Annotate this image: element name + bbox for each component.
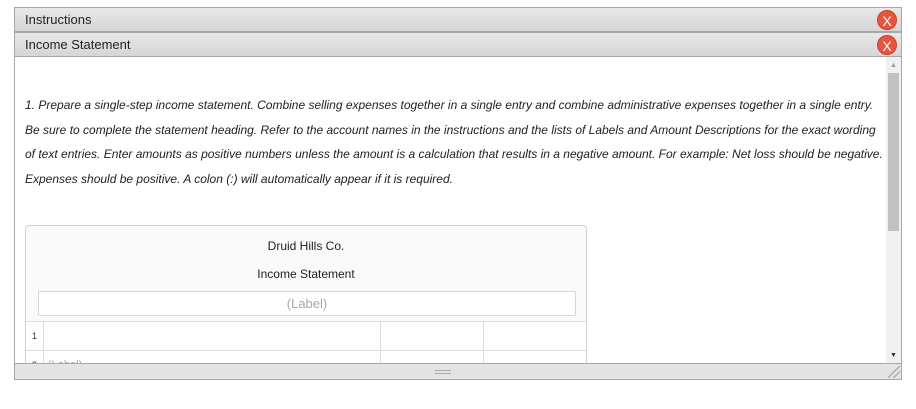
statement-row: 1: [26, 321, 586, 350]
instructions-panel-header[interactable]: Instructions X: [14, 7, 902, 32]
row-amount-cell-2[interactable]: [484, 351, 586, 363]
close-income-statement-button[interactable]: X: [877, 35, 897, 55]
scrollbar-thumb[interactable]: [888, 73, 899, 231]
close-instructions-button[interactable]: X: [877, 10, 897, 30]
company-name: Druid Hills Co.: [267, 239, 345, 253]
panel-footer: [14, 363, 902, 380]
instructions-panel-title: Instructions: [25, 12, 92, 27]
row-amount-cell-1[interactable]: [381, 322, 484, 350]
statement-row: 2 (Label): [26, 350, 586, 363]
income-statement-content: 1. Prepare a single-step income statemen…: [14, 57, 902, 363]
row-amount-cell-2[interactable]: [484, 322, 586, 350]
scroll-up-arrow-icon[interactable]: ▲: [890, 62, 897, 69]
instructions-text: 1. Prepare a single-step income statemen…: [25, 98, 883, 186]
scroll-down-arrow-icon[interactable]: ▼: [890, 352, 897, 359]
row-label-cell[interactable]: [44, 322, 381, 350]
resize-grip-icon[interactable]: [888, 366, 900, 378]
statement-title: Income Statement: [257, 267, 355, 281]
row-amount-cell-1[interactable]: [381, 351, 484, 363]
row-number: 2: [26, 351, 44, 363]
close-icon: X: [882, 13, 892, 29]
statement-date-dropdown[interactable]: (Label): [38, 291, 576, 316]
drag-handle-icon[interactable]: [435, 370, 451, 374]
close-icon: X: [882, 38, 892, 54]
income-statement-form: Druid Hills Co. Income Statement (Label)…: [25, 225, 587, 363]
income-statement-panel-title: Income Statement: [25, 37, 131, 52]
income-statement-panel-header[interactable]: Income Statement X: [14, 32, 902, 57]
row-label-cell[interactable]: (Label): [44, 351, 381, 363]
row-number: 1: [26, 322, 44, 350]
vertical-scrollbar[interactable]: ▲ ▼: [886, 57, 901, 363]
